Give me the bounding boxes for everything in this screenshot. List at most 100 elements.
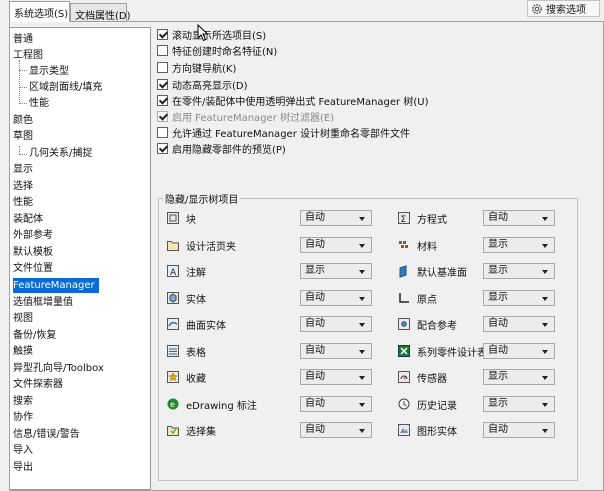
option-label: 在零件/装配体中使用透明弹出式 FeatureManager 树(U) [172,96,429,108]
mate-reference-icon [398,318,410,330]
option-label: 滚动显示所选项目(S) [172,30,267,42]
option-name-feature-on-creation[interactable]: 特征创建时命名特征(N) [157,43,278,58]
tab-document-properties[interactable]: 文档属性(D) [70,3,131,22]
checkbox[interactable] [157,94,168,106]
tree-item-drawing-performance[interactable]: 性能 [29,96,49,111]
tree-row-solid-bodies: 实体 [166,290,206,306]
tree-item-external-references[interactable]: 外部参考 [13,228,53,243]
tree-row-equations: Σ 方程式 [397,210,447,226]
annotation-icon: A [167,265,179,278]
tree-item-display[interactable]: 显示 [13,162,33,177]
tree-item-drawings[interactable]: 工程图 [13,48,43,63]
option-preview-hidden-components[interactable]: 启用隐藏零部件的预览(P) [157,141,286,156]
block-icon [167,212,179,224]
tree-row-mate-references: 配合参考 [397,316,457,332]
annotations-dropdown[interactable]: 显示 [300,263,372,279]
equations-dropdown[interactable]: 自动 [483,210,555,226]
row-label: 注解 [186,267,206,279]
blocks-dropdown[interactable]: 自动 [300,210,372,226]
selection-set-icon [167,426,179,436]
tree-item-view[interactable]: 视图 [13,311,33,326]
material-dropdown[interactable]: 显示 [483,237,555,253]
history-dropdown[interactable]: 显示 [483,396,555,412]
tree-row-selection-sets: 选择集 [166,422,216,438]
solid-bodies-dropdown[interactable]: 自动 [300,290,372,306]
row-label: 传感器 [417,373,447,385]
tree-item-general[interactable]: 普通 [13,32,33,47]
checkbox[interactable] [157,78,168,90]
graphics-bodies-dropdown[interactable]: 自动 [483,422,555,438]
tree-item-backup-recover[interactable]: 备份/恢复 [13,328,56,343]
row-label: 配合参考 [417,320,457,332]
surface-bodies-dropdown[interactable]: 自动 [300,316,372,332]
tree-item-relations-snaps[interactable]: 几何关系/捕捉 [29,146,92,161]
checkbox[interactable] [157,44,168,56]
tree-item-assemblies[interactable]: 装配体 [13,212,43,227]
option-label: 启用隐藏零部件的预览(P) [172,144,286,156]
tree-item-messages-errors-warnings[interactable]: 信息/错误/警告 [13,427,80,442]
origin-dropdown[interactable]: 显示 [483,290,555,306]
row-label: 设计活页夹 [186,241,236,253]
tree-item-performance[interactable]: 性能 [13,195,33,210]
surface-body-icon [167,318,179,330]
edrawing-icon: e [167,398,179,410]
options-panel: 普通 工程图 显示类型 区域剖面线/填充 性能 颜色 草图 几何关系/捕捉 显示… [9,21,604,491]
option-label: 方向键导航(K) [172,63,237,75]
row-label: 材料 [417,241,437,253]
tree-item-selection[interactable]: 选择 [13,179,33,194]
row-label: 块 [186,214,196,226]
svg-text:A: A [170,268,177,278]
option-dynamic-highlight[interactable]: 动态高亮显示(D) [157,77,248,92]
option-rename-component-files[interactable]: 允许通过 FeatureManager 设计树重命名零部件文件 [157,125,410,140]
tree-row-default-planes: 默认基准面 [397,263,467,279]
checkbox[interactable] [157,126,168,138]
option-transparent-flyout-tree[interactable]: 在零件/装配体中使用透明弹出式 FeatureManager 树(U) [157,93,429,108]
row-label: 原点 [417,294,437,306]
checkbox[interactable] [157,61,168,73]
tree-row-tables: 表格 [166,343,206,359]
tree-item-search[interactable]: 搜索 [13,394,33,409]
svg-text:e: e [170,400,175,409]
default-planes-dropdown[interactable]: 显示 [483,263,555,279]
tables-dropdown[interactable]: 自动 [300,343,372,359]
tree-item-spin-box-increments[interactable]: 选值框增量值 [13,295,73,310]
favorites-dropdown[interactable]: 自动 [300,369,372,385]
checkbox [157,110,168,122]
tree-item-hole-wizard-toolbox[interactable]: 异型孔向导/Toolbox [13,361,104,376]
gear-icon [532,3,542,14]
tree-item-file-locations[interactable]: 文件位置 [13,261,53,276]
tree-item-default-templates[interactable]: 默认模板 [13,245,53,260]
tree-item-colors[interactable]: 颜色 [13,113,33,128]
search-options-label: 搜索选项 [546,5,586,16]
tab-system-options[interactable]: 系统选项(S) [9,1,70,22]
svg-text:Σ: Σ [401,215,407,225]
tree-item-sketch[interactable]: 草图 [13,129,33,144]
option-scroll-selected[interactable]: 滚动显示所选项目(S) [157,27,267,42]
checkbox[interactable] [157,142,168,154]
tree-item-touch[interactable]: 触摸 [13,344,33,359]
tree-item-area-hatch[interactable]: 区域剖面线/填充 [29,80,102,95]
option-label: 特征创建时命名特征(N) [172,46,278,58]
tree-item-display-style[interactable]: 显示类型 [29,64,69,79]
selection-sets-dropdown[interactable]: 自动 [300,422,372,438]
tree-item-file-explorer[interactable]: 文件探索器 [13,377,63,392]
option-arrow-key-navigation[interactable]: 方向键导航(K) [157,60,237,75]
tree-item-collaboration[interactable]: 协作 [13,410,33,425]
material-icon [399,241,408,248]
row-label: 系列零件设计表 [417,347,487,359]
tree-item-import[interactable]: 导入 [13,443,33,458]
tree-row-history: 历史记录 [397,396,457,412]
mouse-cursor-icon [197,24,209,42]
option-tree-filter: 启用 FeatureManager 树过滤器(E) [157,109,334,124]
sensors-dropdown[interactable]: 显示 [483,369,555,385]
search-options-button[interactable]: 搜索选项 [527,0,600,17]
tree-item-featuremanager[interactable]: FeatureManager [13,278,99,293]
tree-row-sensors: 传感器 [397,369,447,385]
edrawing-markups-dropdown[interactable]: 自动 [300,396,372,412]
design-table-icon [398,345,410,357]
design-table-dropdown[interactable]: 自动 [483,343,555,359]
design-binder-dropdown[interactable]: 自动 [300,237,372,253]
mate-references-dropdown[interactable]: 自动 [483,316,555,332]
tree-item-export[interactable]: 导出 [13,460,33,475]
checkbox[interactable] [157,28,168,40]
